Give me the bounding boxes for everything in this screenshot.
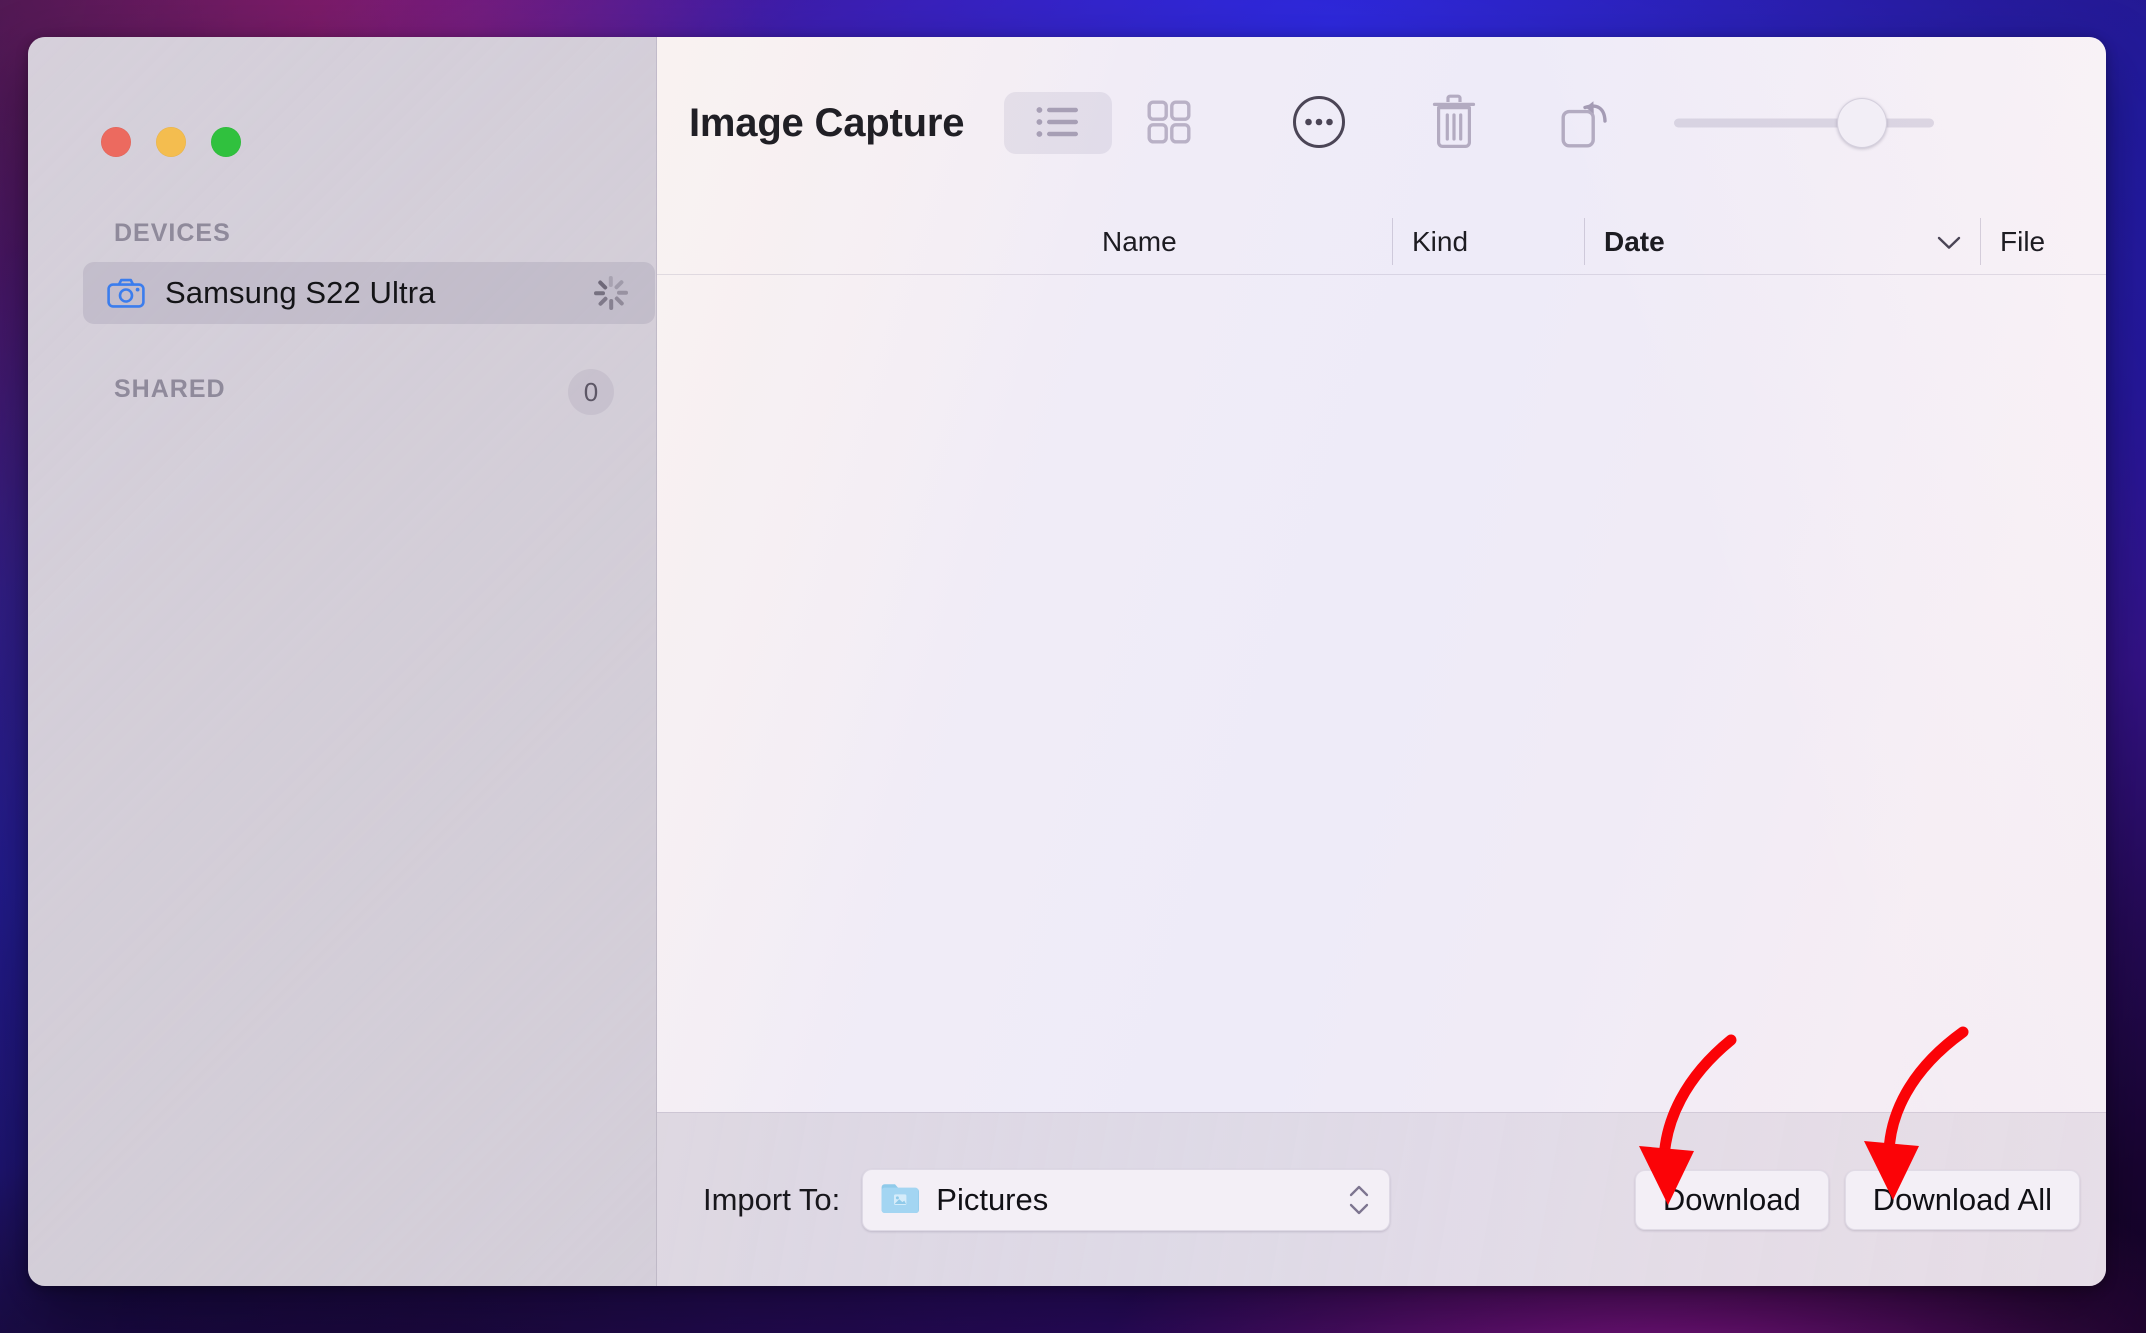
- sidebar-section-header-shared: SHARED: [114, 375, 226, 403]
- rotate-left-icon: [1560, 95, 1612, 152]
- column-header-date[interactable]: Date: [1584, 209, 1980, 274]
- column-header-name-label: Name: [1102, 225, 1177, 257]
- sidebar-item-label: Samsung S22 Ultra: [165, 275, 436, 310]
- download-button[interactable]: Download: [1634, 1169, 1829, 1230]
- toolbar: Image Capture: [657, 37, 2106, 209]
- import-to-popup-button[interactable]: Pictures: [862, 1168, 1391, 1231]
- sidebar-section-header-devices: DEVICES: [114, 219, 231, 247]
- file-list-empty[interactable]: [657, 275, 2106, 1112]
- maximize-button[interactable]: [211, 127, 241, 157]
- import-to-value: Pictures: [936, 1181, 1049, 1217]
- rotate-button[interactable]: [1546, 87, 1626, 159]
- window-traffic-lights: [101, 127, 241, 157]
- column-header-date-label: Date: [1604, 225, 1665, 257]
- toolbar-controls: [1004, 37, 2096, 209]
- more-options-button[interactable]: [1276, 87, 1362, 159]
- sidebar-item-samsung-s22-ultra[interactable]: Samsung S22 Ultra: [83, 262, 655, 324]
- column-header-file-label: File: [2000, 225, 2046, 257]
- grid-view-icon: [1147, 100, 1191, 147]
- desktop-background: DEVICES Samsung S22 Ultra SHARED 0 Image…: [0, 0, 2146, 1333]
- column-header-name[interactable]: Name: [1082, 209, 1392, 274]
- delete-button[interactable]: [1414, 87, 1494, 159]
- pictures-folder-icon: [880, 1181, 920, 1219]
- download-all-button[interactable]: Download All: [1844, 1169, 2080, 1230]
- grid-view-button[interactable]: [1130, 92, 1208, 154]
- minimize-button[interactable]: [156, 127, 186, 157]
- page-title: Image Capture: [689, 100, 965, 145]
- activity-spinner-icon: [589, 271, 633, 315]
- chevron-down-icon: [1936, 226, 1962, 258]
- column-header-kind-label: Kind: [1412, 225, 1469, 257]
- slider-thumb[interactable]: [1837, 98, 1887, 148]
- list-view-icon: [1035, 104, 1081, 143]
- camera-icon: [107, 278, 145, 308]
- import-to-label: Import To:: [703, 1181, 841, 1217]
- thumbnail-size-slider[interactable]: [1674, 96, 1934, 150]
- main-pane: Image Capture Name Kind Date File Import…: [657, 37, 2106, 1286]
- slider-track: [1674, 118, 1934, 128]
- column-headers: Name Kind Date File: [657, 209, 2106, 275]
- close-button[interactable]: [101, 127, 131, 157]
- list-view-button[interactable]: [1004, 92, 1112, 154]
- bottom-bar: Import To: Pictures Download Download Al…: [657, 1112, 2106, 1286]
- shared-count-badge: 0: [568, 369, 614, 415]
- column-header-kind[interactable]: Kind: [1392, 209, 1584, 274]
- bottom-bar-actions: Download Download All: [1634, 1169, 2080, 1230]
- more-ellipsis-icon: [1292, 95, 1346, 152]
- trash-icon: [1431, 94, 1477, 153]
- sidebar: DEVICES Samsung S22 Ultra SHARED 0: [28, 37, 657, 1286]
- column-header-file[interactable]: File: [1980, 209, 2106, 274]
- image-capture-window: DEVICES Samsung S22 Ultra SHARED 0 Image…: [28, 37, 2106, 1286]
- up-down-chevrons-icon[interactable]: [1348, 1184, 1370, 1215]
